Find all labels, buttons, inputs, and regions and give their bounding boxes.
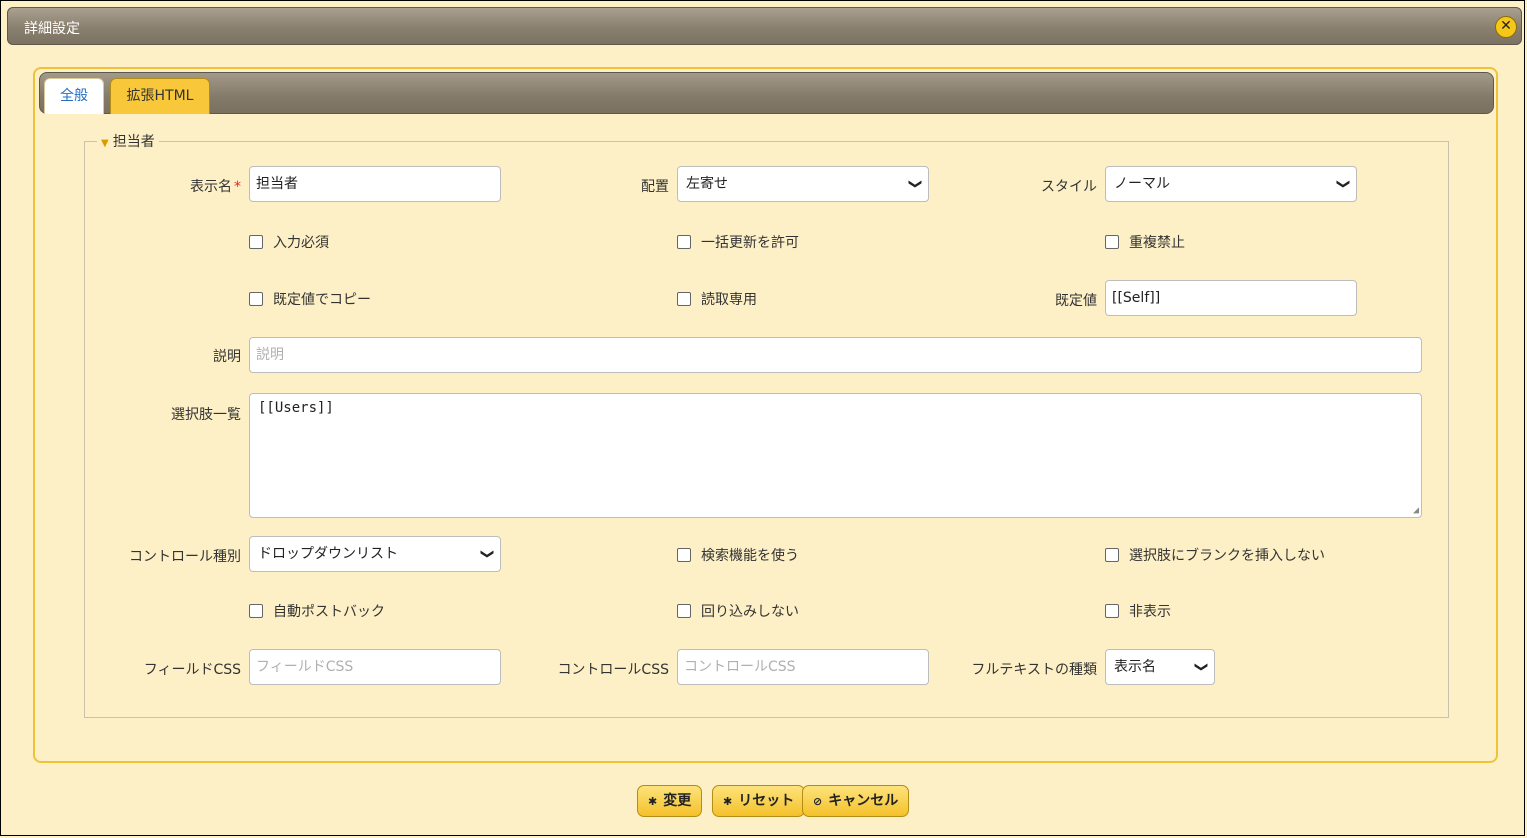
style-label: スタイル [1041, 179, 1097, 195]
tab-extended-html[interactable]: 拡張HTML [110, 78, 210, 114]
field-css-input[interactable]: フィールドCSS [249, 649, 501, 685]
dialog-title: 詳細設定 [24, 21, 80, 37]
choices-textarea[interactable]: [[Users]] ◢ [249, 393, 1422, 518]
fulltext-type-label: フルテキストの種類 [971, 662, 1097, 678]
gear-icon: ✱ [723, 795, 733, 808]
control-type-select[interactable]: ドロップダウンリスト ❯ [249, 536, 501, 572]
change-button[interactable]: ✱ 変更 [637, 785, 703, 817]
section-legend[interactable]: ▼ 担当者 [97, 131, 159, 151]
no-wrap-checkbox[interactable]: 回り込みしない [677, 601, 799, 621]
chevron-down-icon: ❯ [479, 548, 495, 560]
default-value-label: 既定値 [1055, 293, 1097, 309]
close-icon[interactable]: ✕ [1495, 16, 1517, 38]
default-value-input[interactable]: [[Self]] [1105, 280, 1357, 316]
title-bar[interactable]: 詳細設定 ✕ [7, 7, 1522, 45]
display-name-input[interactable]: 担当者 [249, 166, 501, 202]
control-css-input[interactable]: コントロールCSS [677, 649, 929, 685]
read-only-checkbox[interactable]: 読取専用 [677, 289, 757, 309]
auto-postback-checkbox[interactable]: 自動ポストバック [249, 601, 385, 621]
choices-label: 選択肢一覧 [171, 407, 241, 423]
alignment-select[interactable]: 左寄せ ❯ [677, 166, 929, 202]
chevron-down-icon: ❯ [1193, 661, 1209, 673]
tab-general[interactable]: 全般 [44, 78, 104, 114]
cancel-button[interactable]: ⊘ キャンセル [802, 785, 910, 817]
gear-icon: ✱ [648, 795, 658, 808]
description-label: 説明 [213, 349, 241, 365]
tab-bar: 全般 拡張HTML [39, 72, 1494, 114]
no-duplicate-checkbox[interactable]: 重複禁止 [1105, 232, 1185, 252]
chevron-down-icon: ❯ [1335, 178, 1351, 190]
use-search-checkbox[interactable]: 検索機能を使う [677, 545, 799, 565]
control-type-label: コントロール種別 [129, 549, 241, 565]
description-input[interactable]: 説明 [249, 337, 1422, 373]
style-select[interactable]: ノーマル ❯ [1105, 166, 1357, 202]
no-blank-checkbox[interactable]: 選択肢にブランクを挿入しない [1105, 545, 1325, 565]
details-dialog: 詳細設定 ✕ 全般 拡張HTML ▼ 担当者 表示名 * 担当者 配置 左寄せ ❯ ス… [0, 0, 1525, 836]
required-checkbox[interactable]: 入力必須 [249, 232, 329, 252]
field-css-label: フィールドCSS [143, 662, 241, 678]
chevron-down-icon: ❯ [907, 178, 923, 190]
alignment-label: 配置 [641, 179, 669, 195]
cancel-icon: ⊘ [813, 795, 823, 808]
bulk-update-checkbox[interactable]: 一括更新を許可 [677, 232, 799, 252]
display-name-label: 表示名 * [190, 179, 241, 195]
fulltext-type-select[interactable]: 表示名 ❯ [1105, 649, 1215, 685]
hidden-checkbox[interactable]: 非表示 [1105, 601, 1171, 621]
copy-default-checkbox[interactable]: 既定値でコピー [249, 289, 371, 309]
collapse-triangle-icon[interactable]: ▼ [101, 138, 109, 149]
resize-grip-icon[interactable]: ◢ [1413, 505, 1419, 516]
reset-button[interactable]: ✱ リセット [712, 785, 806, 817]
control-css-label: コントロールCSS [557, 662, 669, 678]
